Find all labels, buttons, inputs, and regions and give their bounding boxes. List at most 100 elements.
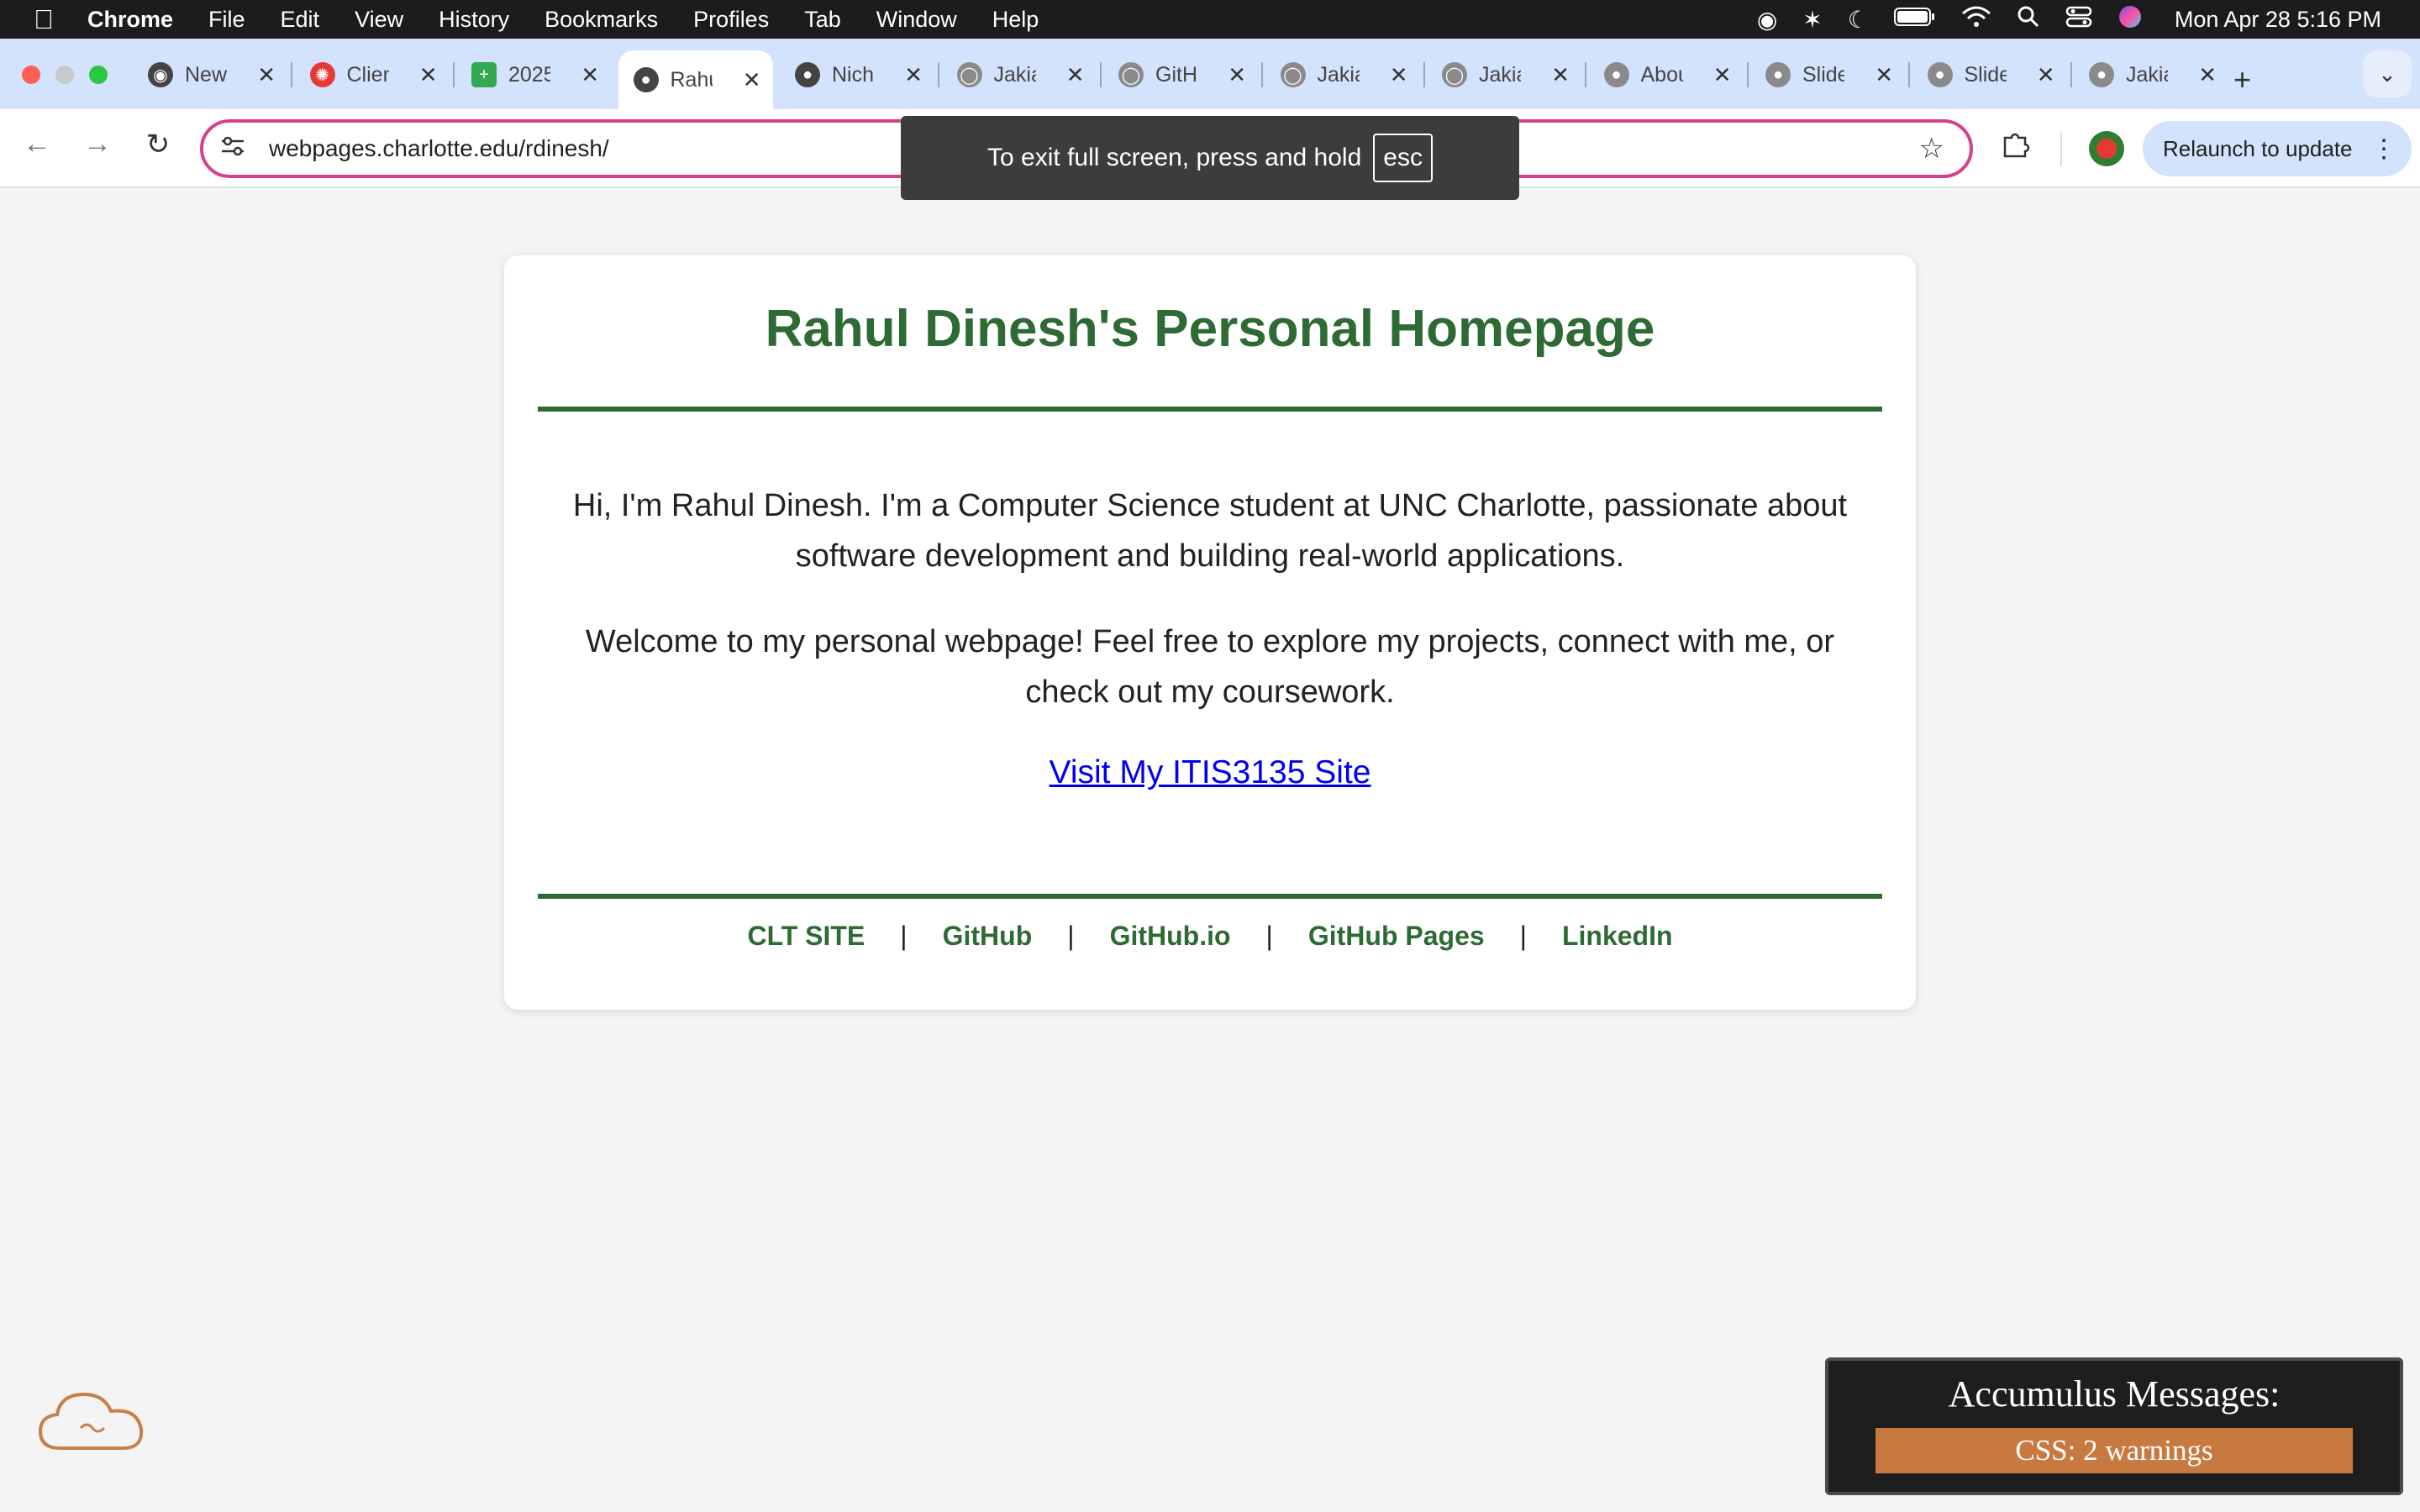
kebab-menu-icon[interactable]: ⋮: [2371, 134, 2396, 164]
browser-tab[interactable]: ◯ Jakia ✕: [942, 52, 1102, 97]
tab-title: 2025: [508, 62, 550, 87]
focus-moon-icon[interactable]: ☾: [1848, 6, 1869, 34]
spotlight-search-icon[interactable]: [2017, 5, 2040, 34]
close-tab-icon[interactable]: ✕: [1875, 62, 1893, 88]
footer-link-github[interactable]: GitHub: [943, 921, 1033, 952]
loading-icon: ◯: [1280, 62, 1306, 87]
menu-file[interactable]: File: [208, 7, 245, 33]
browser-tab[interactable]: ● Nich ✕: [780, 52, 939, 97]
close-tab-icon[interactable]: ✕: [419, 62, 438, 88]
footer-link-clt-site[interactable]: CLT SITE: [747, 921, 865, 952]
menu-help[interactable]: Help: [992, 7, 1039, 33]
new-tab-button[interactable]: +: [2233, 62, 2251, 97]
bluetooth-icon[interactable]: ✶: [1802, 6, 1822, 34]
window-minimize-button[interactable]: [55, 66, 74, 84]
menu-edit[interactable]: Edit: [281, 7, 320, 33]
browser-tab[interactable]: ◯ GitH ✕: [1103, 52, 1263, 97]
tab-title: Jakia: [2126, 62, 2168, 87]
chrome-icon: ◉: [148, 62, 173, 87]
extensions-puzzle-icon[interactable]: [2000, 129, 2030, 167]
menu-app-chrome[interactable]: Chrome: [87, 7, 173, 33]
cloud-icon[interactable]: [35, 1379, 148, 1463]
tab-separator: [1099, 62, 1102, 87]
tab-separator: [1746, 62, 1749, 87]
tab-separator: [452, 62, 455, 87]
browser-tab[interactable]: ◯ Jakia ✕: [1265, 52, 1425, 97]
tab-title: Jakia: [1317, 62, 1360, 87]
browser-tab[interactable]: ✺ Clien ✕: [295, 52, 455, 97]
menu-bookmarks[interactable]: Bookmarks: [544, 7, 658, 33]
relaunch-label: Relaunch to update: [2163, 135, 2353, 161]
menu-history[interactable]: History: [439, 7, 509, 33]
wifi-icon[interactable]: [1961, 5, 1991, 34]
menu-bar-clock[interactable]: Mon Apr 28 5:16 PM: [2175, 7, 2381, 33]
window-fullscreen-button[interactable]: [89, 66, 108, 84]
globe-icon: ●: [795, 62, 820, 87]
siri-icon[interactable]: [2118, 4, 2143, 35]
menu-view[interactable]: View: [355, 7, 403, 33]
menu-tab[interactable]: Tab: [804, 7, 841, 33]
tab-search-chevron-icon[interactable]: ⌄: [2363, 50, 2412, 97]
close-tab-icon[interactable]: ✕: [2037, 62, 2055, 88]
tab-title: Nich: [832, 62, 874, 87]
esc-key-badge: esc: [1373, 134, 1433, 182]
back-arrow-icon[interactable]: ←: [17, 128, 57, 160]
menu-bar-status-area: ◉ ✶ ☾ Mon Apr 28 5:16 PM: [1757, 0, 2381, 39]
css-warnings-badge[interactable]: CSS: 2 warnings: [1876, 1428, 2353, 1473]
close-tab-icon[interactable]: ✕: [1713, 62, 1732, 88]
footer-nav: CLT SITE | GitHub | GitHub.io | GitHub P…: [504, 921, 1916, 952]
browser-tab[interactable]: +2025 ✕: [456, 52, 611, 97]
footer-link-github-io[interactable]: GitHub.io: [1110, 921, 1231, 952]
macos-menu-bar:  Chrome File Edit View History Bookmark…: [0, 0, 2420, 39]
menu-window[interactable]: Window: [876, 7, 957, 33]
close-tab-icon[interactable]: ✕: [2198, 62, 2217, 88]
globe-icon: ●: [1765, 62, 1791, 87]
footer-link-linkedin[interactable]: LinkedIn: [1562, 921, 1673, 952]
close-tab-icon[interactable]: ✕: [257, 62, 276, 88]
tab-title: Slide: [1964, 62, 2007, 87]
close-tab-icon[interactable]: ✕: [743, 67, 761, 93]
tab-separator: [291, 62, 292, 87]
tab-title: Clien: [346, 62, 389, 87]
fullscreen-toast-message: To exit full screen, press and hold: [987, 144, 1362, 171]
browser-tab[interactable]: ● Slide ✕: [1912, 52, 2072, 97]
close-tab-icon[interactable]: ✕: [1551, 62, 1570, 88]
globe-icon: ●: [1603, 62, 1629, 87]
tab-separator: [1585, 62, 1586, 87]
tab-separator: [2070, 62, 2072, 87]
close-tab-icon[interactable]: ✕: [1390, 62, 1408, 88]
apple-menu-icon[interactable]: : [0, 4, 87, 35]
footer-link-github-pages[interactable]: GitHub Pages: [1308, 921, 1485, 952]
globe-icon: ●: [633, 67, 659, 92]
relaunch-to-update-button[interactable]: Relaunch to update ⋮: [2143, 121, 2412, 176]
menu-profiles[interactable]: Profiles: [693, 7, 769, 33]
window-close-button[interactable]: [22, 66, 40, 84]
site-info-tune-icon[interactable]: [220, 135, 249, 163]
tab-title: New: [185, 62, 227, 87]
bookmark-star-icon[interactable]: ☆: [1919, 132, 1944, 165]
close-tab-icon[interactable]: ✕: [904, 62, 923, 88]
fullscreen-exit-toast: To exit full screen, press and hold esc: [901, 116, 1519, 200]
url-text[interactable]: webpages.charlotte.edu/rdinesh/: [269, 135, 609, 162]
battery-icon[interactable]: [1893, 7, 1936, 33]
close-tab-icon[interactable]: ✕: [1228, 62, 1246, 88]
close-tab-icon[interactable]: ✕: [581, 62, 599, 88]
forward-arrow-icon[interactable]: →: [77, 128, 118, 160]
control-center-icon[interactable]: [2065, 5, 2092, 34]
tab-separator: [938, 62, 939, 87]
browser-tab[interactable]: ◉ New ✕: [133, 52, 292, 97]
tab-separator: [1261, 62, 1263, 87]
reload-icon[interactable]: ↻: [138, 128, 178, 161]
screen-record-icon[interactable]: ◉: [1757, 6, 1777, 34]
github-icon: ◯: [1118, 62, 1144, 87]
browser-tab[interactable]: ◯ Jakia ✕: [1427, 52, 1586, 97]
browser-tab[interactable]: ● Rahu ✕: [618, 50, 773, 109]
footer-divider: [538, 894, 1882, 899]
close-tab-icon[interactable]: ✕: [1066, 62, 1085, 88]
browser-tab[interactable]: ● Jakia ✕: [2074, 52, 2228, 97]
browser-tab[interactable]: ● Slide ✕: [1750, 52, 1910, 97]
itis3135-site-link[interactable]: Visit My ITIS3135 Site: [1050, 754, 1371, 790]
tab-title: Rahu: [670, 67, 713, 92]
browser-tab[interactable]: ● Abou ✕: [1589, 52, 1749, 97]
profile-avatar[interactable]: [2089, 131, 2124, 166]
